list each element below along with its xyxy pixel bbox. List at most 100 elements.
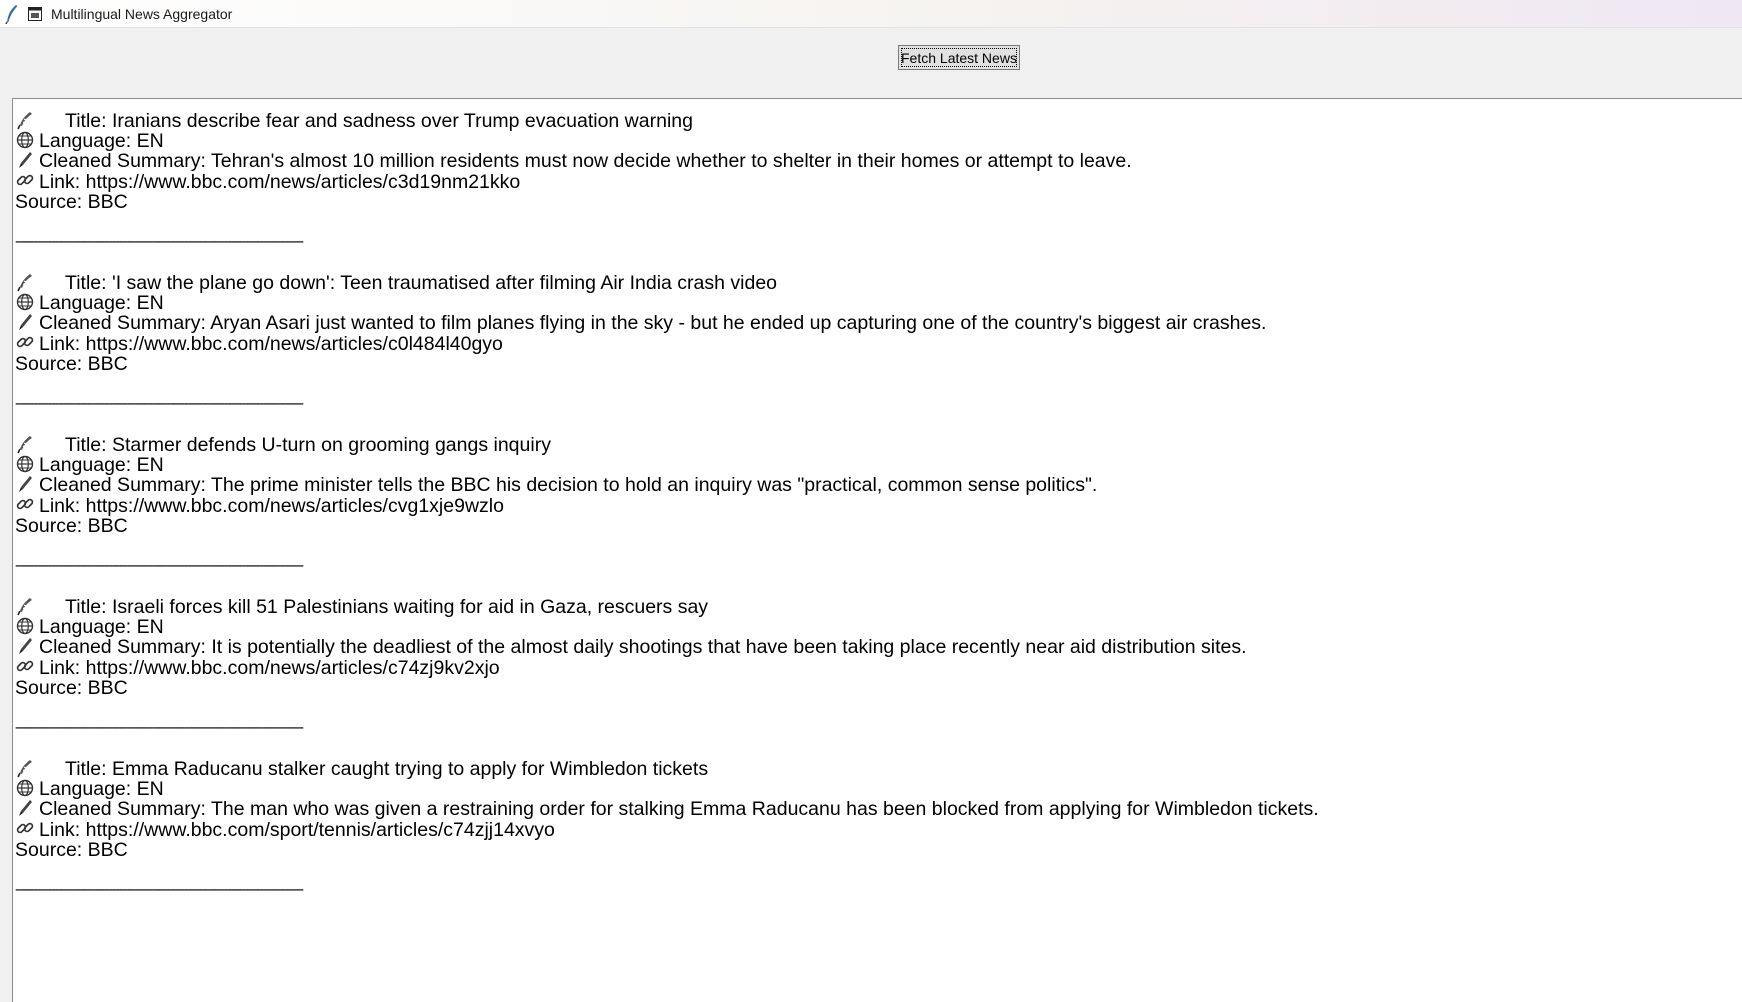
summary-label: Cleaned Summary: — [39, 150, 206, 173]
feather-quill-icon — [15, 758, 35, 778]
article-separator: ----------------------------------------… — [15, 231, 304, 254]
globe-icon — [15, 454, 35, 474]
feather-quill-icon — [15, 434, 35, 454]
article-source-line: Source: BBC — [15, 191, 128, 214]
article-language-line: Language: EN — [15, 778, 164, 801]
article-source: BBC — [87, 676, 128, 699]
article-summary: Aryan Asari just wanted to film planes f… — [210, 312, 1267, 335]
article-source: BBC — [87, 838, 128, 861]
source-label: Source: — [15, 352, 83, 375]
article-link[interactable]: https://www.bbc.com/news/articles/c74zj9… — [86, 657, 500, 679]
summary-label: Cleaned Summary: — [39, 474, 206, 497]
article-link-line: Link: https://www.bbc.com/sport/tennis/a… — [15, 819, 555, 842]
link-label: Link: — [39, 170, 81, 193]
article-summary-line: Cleaned Summary: Tehran's almost 10 mill… — [15, 150, 1132, 173]
language-label: Language: — [39, 292, 132, 315]
article-summary-line: Cleaned Summary: The prime minister tell… — [15, 474, 1097, 497]
separator-text: ----------------------------------------… — [15, 881, 304, 899]
article-language-line: Language: EN — [15, 454, 164, 477]
article-title: 'I saw the plane go down': Teen traumati… — [111, 272, 778, 294]
article-summary: The man who was given a restraining orde… — [210, 798, 1319, 821]
article-title-line: Title: Iranians describe fear and sadnes… — [15, 110, 693, 133]
language-label: Language: — [39, 616, 132, 639]
pen-icon — [15, 474, 35, 494]
article-language: EN — [136, 778, 164, 801]
article-link[interactable]: https://www.bbc.com/sport/tennis/article… — [86, 819, 555, 841]
link-label: Link: — [39, 494, 81, 517]
source-label: Source: — [15, 838, 83, 861]
article-summary-line: Cleaned Summary: Aryan Asari just wanted… — [15, 312, 1266, 335]
article-language-line: Language: EN — [15, 130, 164, 153]
separator-text: ----------------------------------------… — [15, 233, 304, 251]
summary-label: Cleaned Summary: — [39, 636, 206, 659]
article-language: EN — [136, 616, 164, 639]
link-label: Link: — [39, 656, 81, 679]
globe-icon — [15, 616, 35, 636]
article-summary: The prime minister tells the BBC his dec… — [210, 474, 1098, 497]
article-separator: ----------------------------------------… — [15, 393, 304, 416]
article-title-line: Title: 'I saw the plane go down': Teen t… — [15, 272, 777, 295]
link-icon — [15, 170, 35, 190]
link-icon — [15, 332, 35, 352]
article-language: EN — [136, 292, 164, 315]
article-title: Starmer defends U-turn on grooming gangs… — [111, 434, 551, 456]
fetch-latest-news-button[interactable]: Fetch Latest News — [898, 45, 1020, 70]
article-link-line: Link: https://www.bbc.com/news/articles/… — [15, 495, 504, 518]
article-source-line: Source: BBC — [15, 677, 128, 700]
article-title: Israeli forces kill 51 Palestinians wait… — [111, 596, 709, 618]
feather-quill-icon — [15, 110, 35, 130]
article-language: EN — [136, 454, 164, 477]
source-label: Source: — [15, 190, 83, 213]
article-source-line: Source: BBC — [15, 515, 128, 538]
article-summary-line: Cleaned Summary: The man who was given a… — [15, 798, 1319, 821]
article-source: BBC — [87, 190, 128, 213]
article-language-line: Language: EN — [15, 616, 164, 639]
article-source: BBC — [87, 514, 128, 537]
language-label: Language: — [39, 778, 132, 801]
article-language: EN — [136, 130, 164, 153]
link-icon — [15, 656, 35, 676]
article-link-line: Link: https://www.bbc.com/news/articles/… — [15, 333, 503, 356]
article-source: BBC — [87, 352, 128, 375]
summary-label: Cleaned Summary: — [39, 798, 206, 821]
feather-quill-icon — [15, 272, 35, 292]
article-link[interactable]: https://www.bbc.com/news/articles/c3d19n… — [86, 171, 521, 193]
title-label: Title: — [65, 434, 107, 456]
article-source-line: Source: BBC — [15, 353, 128, 376]
separator-text: ----------------------------------------… — [15, 395, 304, 413]
article-link[interactable]: https://www.bbc.com/news/articles/c0l484… — [86, 333, 503, 355]
article-language-line: Language: EN — [15, 292, 164, 315]
pen-icon — [15, 636, 35, 656]
news-text-area[interactable]: Title: Iranians describe fear and sadnes… — [12, 98, 1742, 1002]
article-link[interactable]: https://www.bbc.com/news/articles/cvg1xj… — [86, 495, 504, 517]
language-label: Language: — [39, 454, 132, 477]
article-source-line: Source: BBC — [15, 839, 128, 862]
language-label: Language: — [39, 130, 132, 153]
window-title: Multilingual News Aggregator — [51, 6, 233, 22]
pen-icon — [15, 798, 35, 818]
article-summary-line: Cleaned Summary: It is potentially the d… — [15, 636, 1247, 659]
article-title-line: Title: Starmer defends U-turn on groomin… — [15, 434, 551, 457]
window-titlebar: Multilingual News Aggregator — [0, 0, 1742, 28]
article-separator: ----------------------------------------… — [15, 717, 304, 740]
article-title-line: Title: Emma Raducanu stalker caught tryi… — [15, 758, 708, 781]
article-separator: ----------------------------------------… — [15, 879, 304, 902]
source-label: Source: — [15, 514, 83, 537]
article-link-line: Link: https://www.bbc.com/news/articles/… — [15, 171, 520, 194]
summary-label: Cleaned Summary: — [39, 312, 206, 335]
title-label: Title: — [65, 596, 107, 618]
globe-icon — [15, 292, 35, 312]
link-label: Link: — [39, 818, 81, 841]
feather-quill-icon — [15, 596, 35, 616]
title-label: Title: — [65, 110, 107, 132]
article-title: Emma Raducanu stalker caught trying to a… — [111, 758, 709, 780]
article-separator: ----------------------------------------… — [15, 555, 304, 578]
toolbar: Fetch Latest News — [0, 28, 1742, 98]
link-icon — [15, 494, 35, 514]
window-icon — [28, 7, 42, 21]
link-label: Link: — [39, 332, 81, 355]
link-icon — [15, 818, 35, 838]
article-title-line: Title: Israeli forces kill 51 Palestinia… — [15, 596, 708, 619]
article-summary: It is potentially the deadliest of the a… — [211, 636, 1247, 659]
pen-icon — [15, 312, 35, 332]
